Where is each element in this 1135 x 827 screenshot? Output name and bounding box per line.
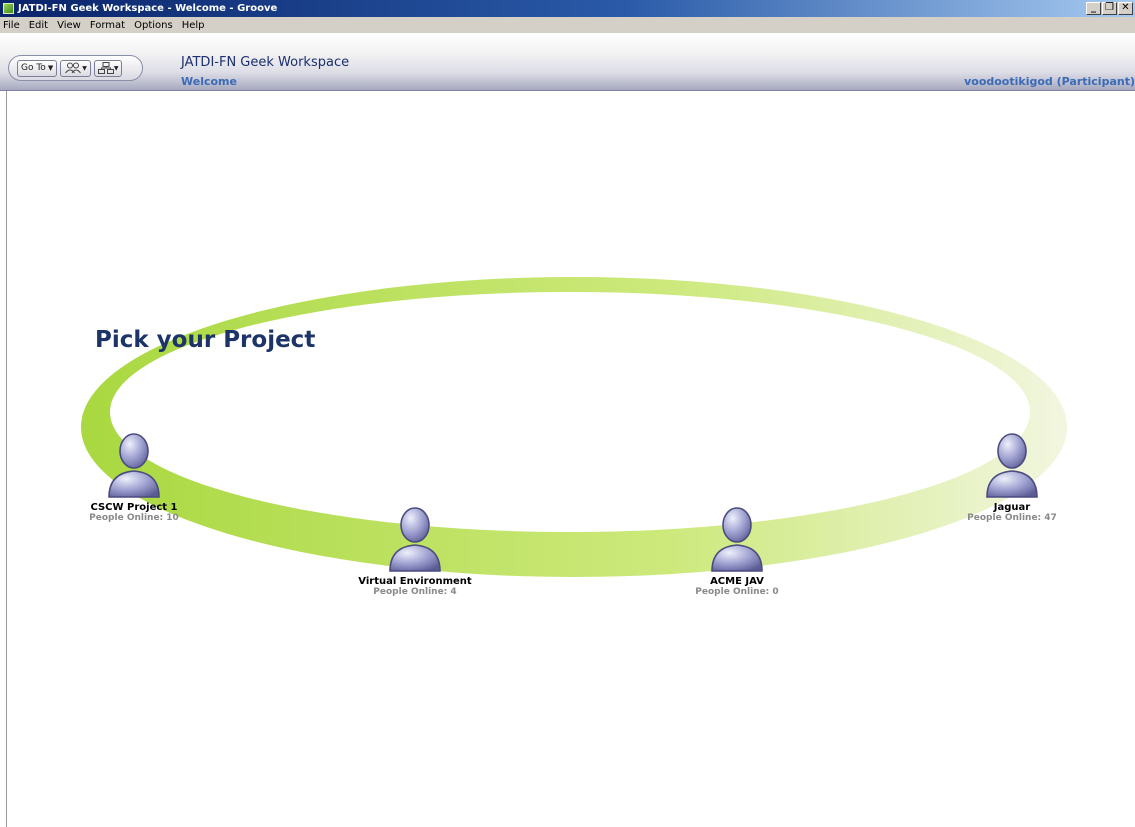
project-name: CSCW Project 1	[90, 502, 178, 513]
window-controls: _ ❐ ✕	[1086, 2, 1133, 15]
menu-options[interactable]: Options	[134, 20, 173, 31]
workspace-title: JATDI-FN Geek Workspace	[181, 55, 350, 70]
people-online-count: People Online: 10	[89, 513, 179, 523]
current-user[interactable]: voodootikigod (Participant)	[964, 75, 1135, 88]
person-icon	[711, 507, 763, 572]
project-name: ACME JAV	[710, 576, 764, 587]
chevron-down-icon: ▼	[47, 64, 54, 72]
chevron-down-icon: ▼	[82, 64, 87, 72]
workspace-tree-button[interactable]: ▼	[93, 59, 123, 77]
menu-format[interactable]: Format	[90, 20, 125, 31]
project-jaguar[interactable]: Jaguar People Online: 47	[912, 429, 1112, 523]
goto-button[interactable]: Go To ▼	[17, 59, 58, 77]
person-icon	[108, 433, 160, 498]
people-online-count: People Online: 47	[967, 513, 1057, 523]
workspace-tree-icon	[97, 62, 114, 74]
groove-app-icon	[3, 3, 14, 14]
restore-icon[interactable]: ❐	[1102, 2, 1117, 15]
workspace-header: Go To ▼ ▼ ▼ JATDI-FN Geek Workspace Welc…	[0, 33, 1135, 91]
window-title: JATDI-FN Geek Workspace - Welcome - Groo…	[18, 3, 278, 14]
menu-file[interactable]: File	[3, 20, 20, 31]
people-button[interactable]: ▼	[60, 59, 91, 77]
goto-label: Go To	[21, 63, 46, 73]
menu-view[interactable]: View	[57, 20, 81, 31]
people-icon	[65, 62, 82, 74]
project-virtual-environment[interactable]: Virtual Environment People Online: 4	[315, 503, 515, 597]
tool-tab-welcome[interactable]: Welcome	[181, 75, 237, 88]
chevron-down-icon: ▼	[113, 64, 119, 72]
project-name: Jaguar	[993, 502, 1031, 513]
people-online-count: People Online: 4	[373, 587, 457, 597]
menu-bar: File Edit View Format Options Help	[0, 17, 1135, 33]
menu-edit[interactable]: Edit	[29, 20, 48, 31]
project-cscw[interactable]: CSCW Project 1 People Online: 10	[34, 429, 234, 523]
project-acme-jav[interactable]: ACME JAV People Online: 0	[637, 503, 837, 597]
page-heading: Pick your Project	[95, 327, 316, 353]
person-icon	[389, 507, 441, 572]
person-icon	[986, 433, 1038, 498]
window-title-bar[interactable]: JATDI-FN Geek Workspace - Welcome - Groo…	[0, 0, 1135, 17]
minimize-icon[interactable]: _	[1086, 2, 1101, 15]
menu-help[interactable]: Help	[182, 20, 205, 31]
navigation-toolbar: Go To ▼ ▼ ▼	[8, 55, 143, 81]
project-name: Virtual Environment	[358, 576, 472, 587]
close-icon[interactable]: ✕	[1118, 2, 1133, 15]
welcome-page: Pick your Project CSCW Project 1 People …	[0, 91, 1135, 827]
people-online-count: People Online: 0	[695, 587, 779, 597]
